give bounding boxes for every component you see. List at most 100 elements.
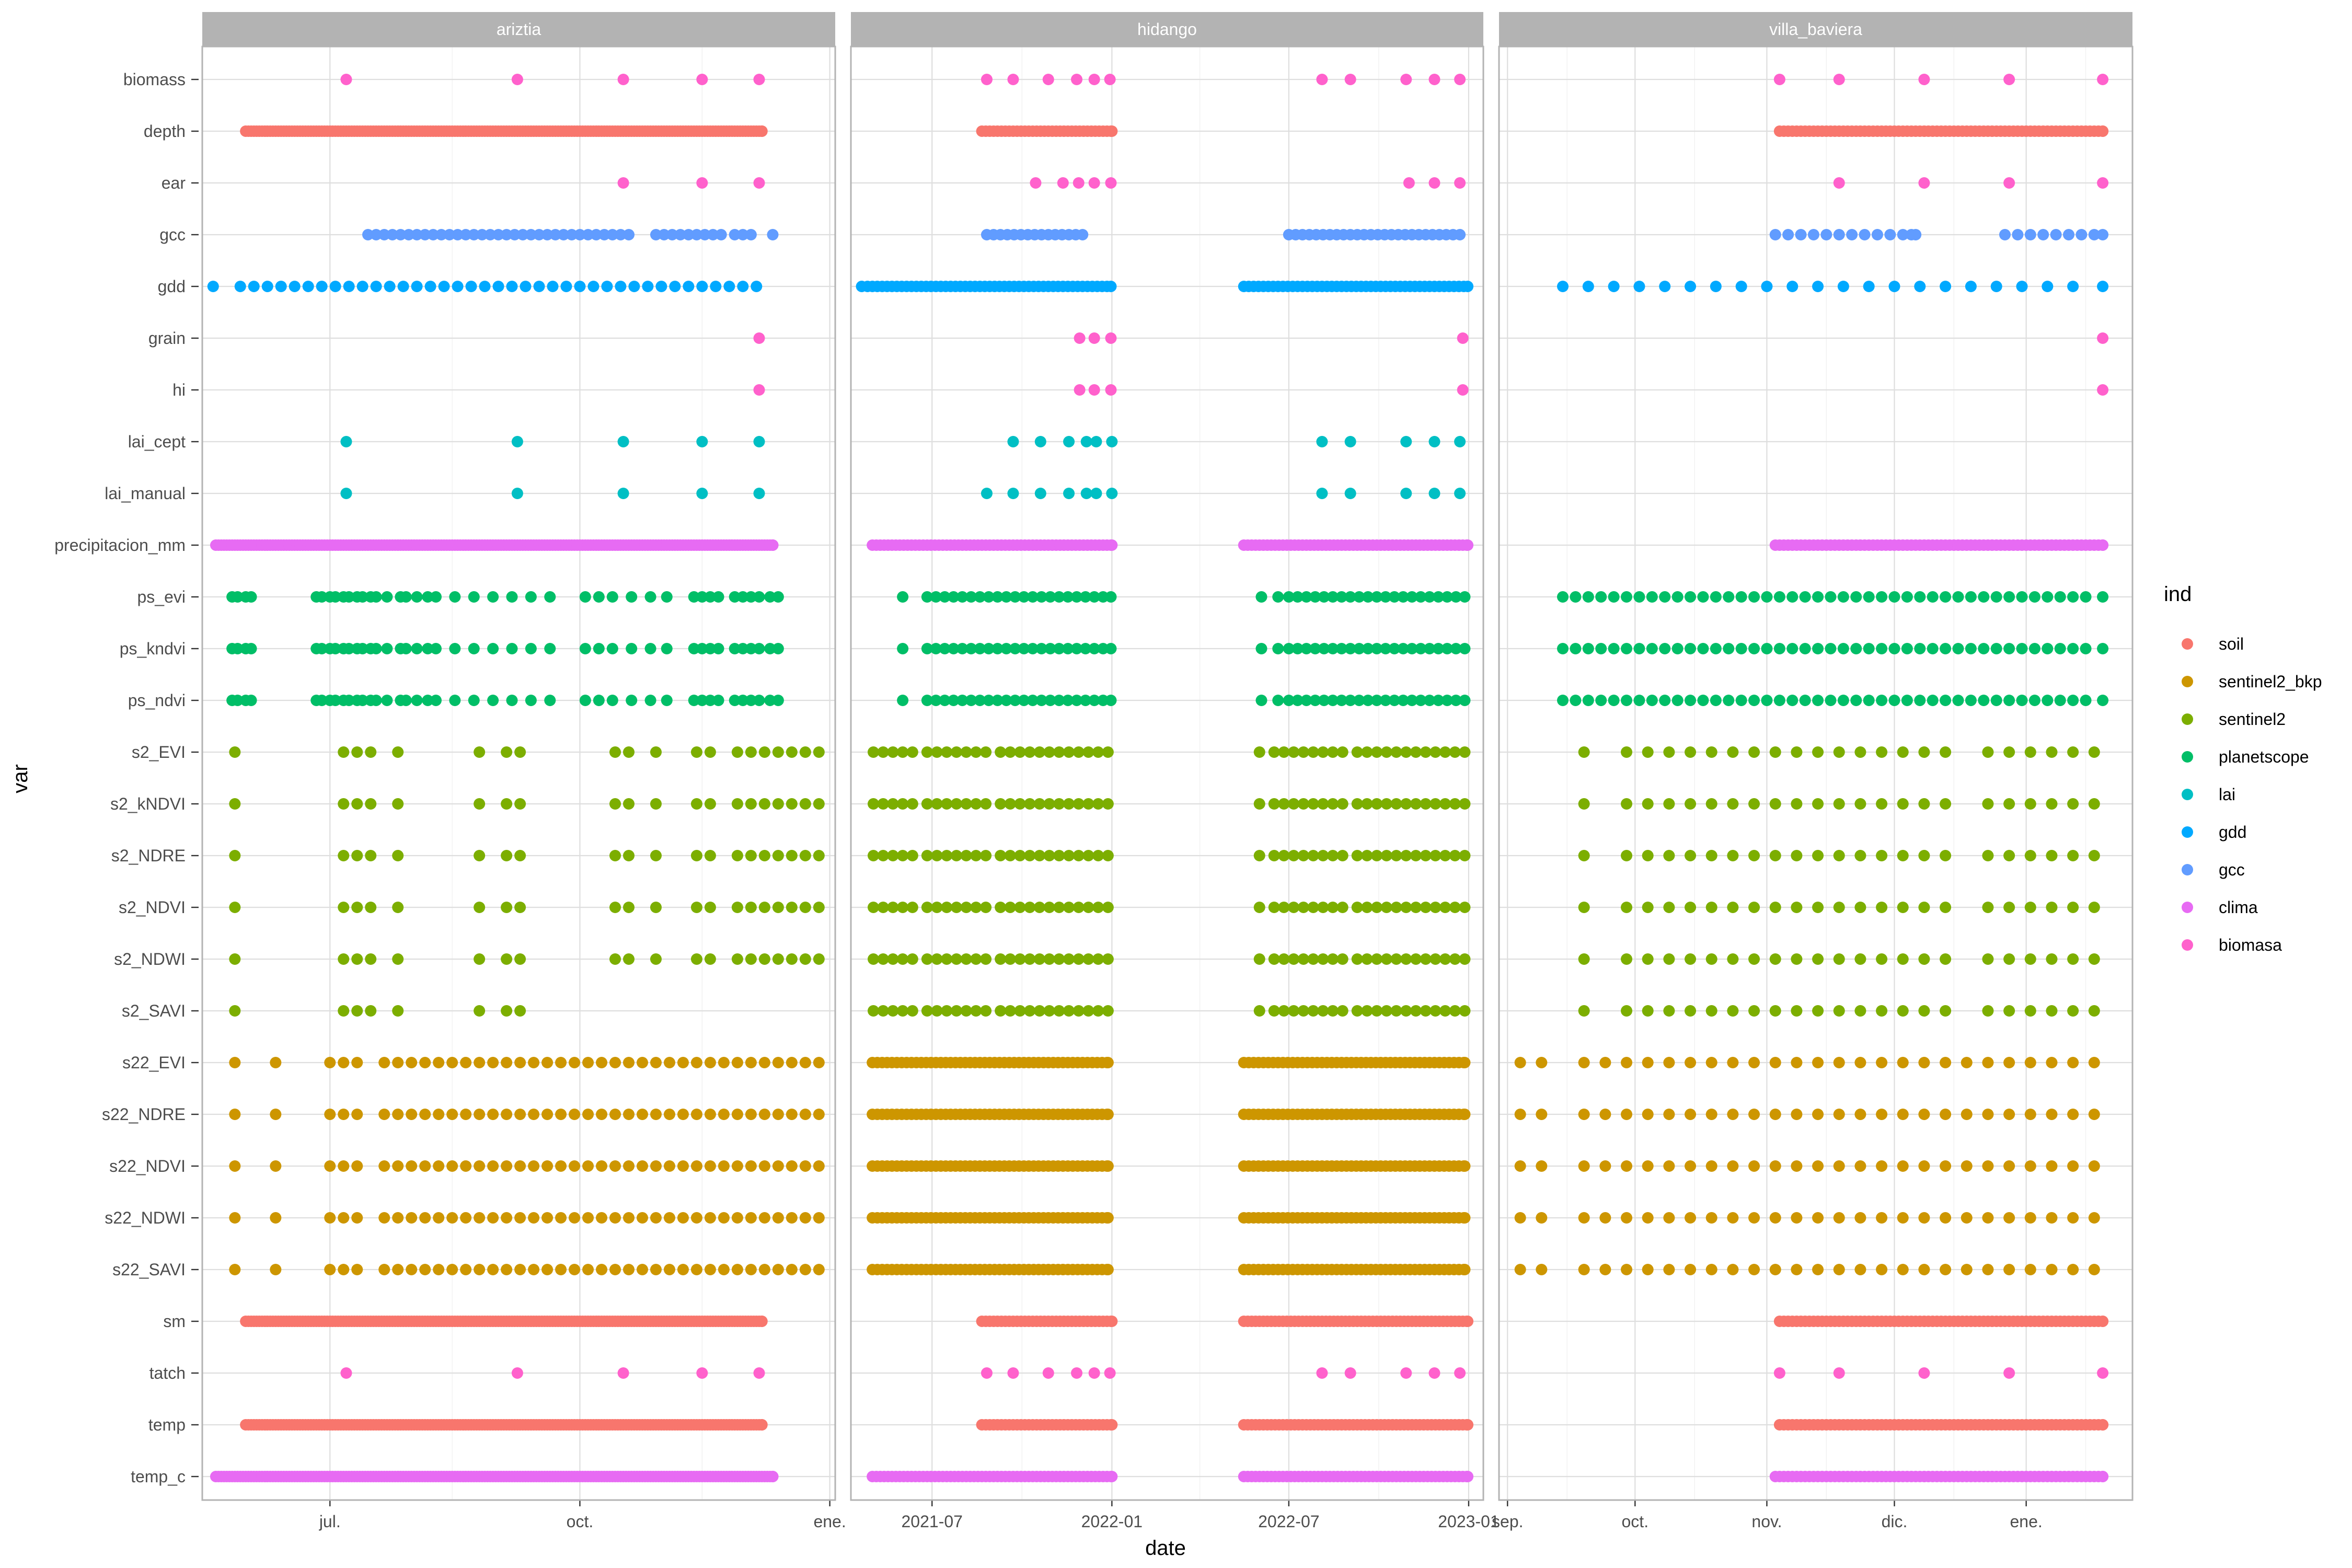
series-ps_evi (1557, 591, 2109, 603)
data-point (351, 1057, 363, 1068)
data-point (1253, 902, 1265, 913)
data-point (528, 1160, 540, 1172)
data-point (1268, 798, 1280, 810)
data-point (877, 1005, 889, 1017)
data-point (1642, 1057, 1654, 1068)
data-point (338, 1005, 350, 1017)
data-point (1940, 591, 1952, 603)
data-point (1449, 746, 1461, 758)
data-point (2037, 229, 2049, 240)
data-point (1578, 953, 1590, 965)
data-point (731, 850, 743, 861)
data-point (1004, 850, 1016, 861)
data-point (1536, 1109, 1548, 1120)
series-depth (240, 125, 768, 137)
data-point (1897, 1212, 1909, 1224)
data-point (813, 902, 825, 913)
data-point (338, 1057, 350, 1068)
data-point (1088, 74, 1100, 85)
data-point (1429, 902, 1442, 913)
data-point (324, 1160, 336, 1172)
data-point (622, 1212, 635, 1224)
data-point (270, 1212, 282, 1224)
data-point (617, 436, 629, 447)
data-point (400, 591, 412, 603)
data-point (718, 1264, 730, 1275)
data-point (1854, 1005, 1866, 1017)
data-point (650, 1264, 662, 1275)
data-point (617, 488, 629, 499)
data-point (1014, 850, 1026, 861)
data-point (1514, 1109, 1526, 1120)
data-point (1940, 850, 1952, 861)
data-point (501, 1160, 513, 1172)
data-point (1863, 591, 1875, 603)
data-point (931, 850, 943, 861)
data-point (772, 746, 784, 758)
data-point (1380, 746, 1392, 758)
data-point (1621, 643, 1633, 654)
data-point (1033, 902, 1045, 913)
data-point (767, 229, 779, 240)
y-tick-label-grain: grain (148, 329, 186, 348)
data-point (712, 591, 724, 603)
data-point (1104, 74, 1116, 85)
data-point (356, 281, 368, 292)
data-point (1053, 850, 1065, 861)
data-point (424, 281, 436, 292)
data-point (1940, 902, 1952, 913)
data-point (1642, 953, 1654, 965)
data-point (772, 798, 784, 810)
data-point (1859, 229, 1871, 240)
data-point (501, 746, 513, 758)
data-point (2088, 1109, 2100, 1120)
data-point (1449, 953, 1461, 965)
data-point (1288, 902, 1300, 913)
data-point (501, 1109, 513, 1120)
legend-label-gdd: gdd (2219, 823, 2246, 841)
data-point (1080, 436, 1092, 447)
data-point (1663, 1212, 1675, 1224)
data-point (1429, 850, 1442, 861)
data-point (381, 695, 393, 706)
data-point (2016, 643, 2028, 654)
data-point (753, 384, 765, 396)
data-point (1092, 902, 1104, 913)
data-point (1633, 643, 1645, 654)
data-point (1082, 1005, 1094, 1017)
data-point (650, 1057, 662, 1068)
data-point (1024, 1005, 1036, 1017)
data-point (786, 1057, 798, 1068)
data-point (772, 1109, 784, 1120)
data-point (690, 850, 702, 861)
data-point (615, 281, 627, 292)
data-point (786, 798, 798, 810)
data-point (2003, 850, 2015, 861)
data-point (704, 1057, 716, 1068)
data-point (1102, 902, 1114, 913)
data-point (1057, 177, 1069, 189)
data-point (1024, 798, 1036, 810)
data-point (718, 1057, 730, 1068)
data-point (1400, 1005, 1412, 1017)
data-point (690, 902, 702, 913)
data-point (248, 281, 260, 292)
data-point (316, 281, 328, 292)
data-point (460, 1109, 472, 1120)
data-point (1253, 746, 1265, 758)
data-point (1897, 1264, 1909, 1275)
data-point (1459, 1057, 1471, 1068)
data-point (446, 1109, 458, 1120)
data-point (1336, 798, 1348, 810)
data-point (1825, 643, 1837, 654)
data-point (501, 953, 513, 965)
data-point (636, 1264, 648, 1275)
data-point (1090, 488, 1102, 499)
series-precipitacion_mm (210, 539, 779, 551)
data-point (2067, 953, 2079, 965)
data-point (1033, 1005, 1045, 1017)
data-point (411, 281, 423, 292)
legend-key-gdd (2182, 826, 2193, 838)
data-point (897, 953, 909, 965)
data-point (1833, 1212, 1845, 1224)
